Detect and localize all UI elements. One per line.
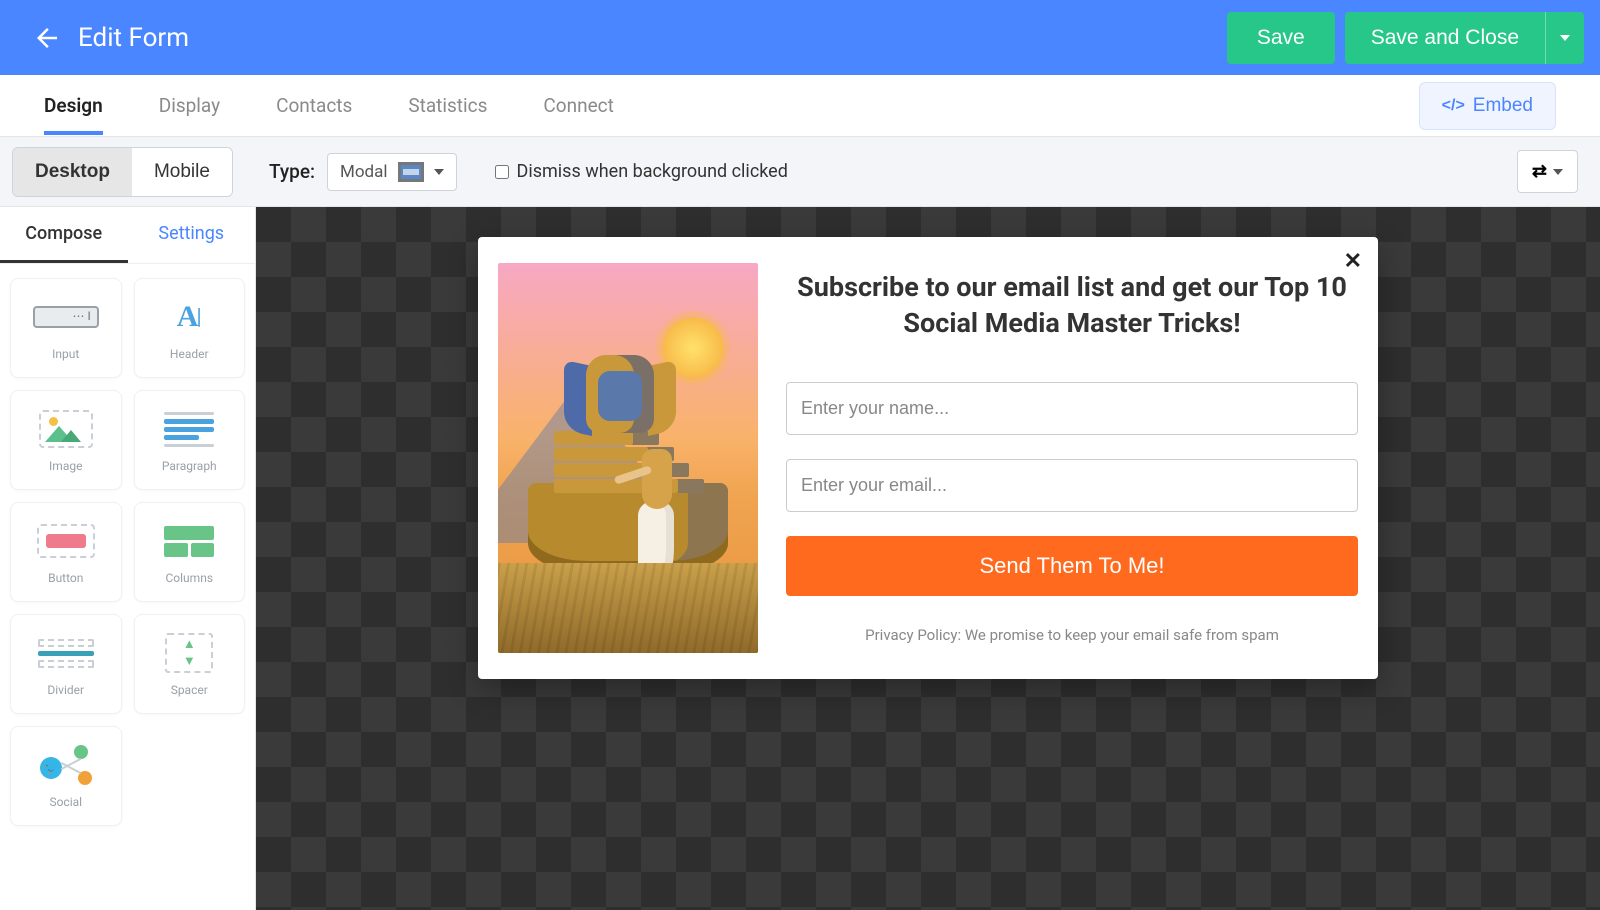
component-image[interactable]: Image xyxy=(10,390,122,490)
component-divider[interactable]: Divider xyxy=(10,614,122,714)
sidebar-tabs: Compose Settings xyxy=(0,207,255,264)
sidebar-tab-compose[interactable]: Compose xyxy=(0,207,128,263)
save-and-close-dropdown[interactable] xyxy=(1545,12,1584,64)
component-label: Image xyxy=(49,459,82,473)
component-spacer[interactable]: ▲ ▼ Spacer xyxy=(134,614,246,714)
components-grid: ⋯ I Input A| Header xyxy=(0,264,255,840)
divider-icon xyxy=(31,631,101,675)
top-header: Edit Form Save Save and Close xyxy=(0,0,1600,75)
type-value: Modal xyxy=(340,162,388,182)
back-arrow-icon[interactable] xyxy=(30,21,64,55)
component-header[interactable]: A| Header xyxy=(134,278,246,378)
caret-down-icon xyxy=(1560,35,1570,41)
component-columns[interactable]: Columns xyxy=(134,502,246,602)
component-label: Spacer xyxy=(171,683,208,697)
header-icon: A| xyxy=(154,295,224,339)
save-and-close-button[interactable]: Save and Close xyxy=(1345,12,1545,64)
name-input[interactable] xyxy=(786,382,1358,435)
button-icon xyxy=(31,519,101,563)
save-button[interactable]: Save xyxy=(1227,12,1335,64)
image-icon xyxy=(31,407,101,451)
component-button[interactable]: Button xyxy=(10,502,122,602)
social-icon: 🐦 xyxy=(31,743,101,787)
input-icon: ⋯ I xyxy=(31,295,101,339)
spacer-icon: ▲ ▼ xyxy=(154,631,224,675)
tab-design[interactable]: Design xyxy=(44,76,103,135)
modal-icon xyxy=(398,162,424,182)
design-toolbar: Desktop Mobile Type: Modal Dismiss when … xyxy=(0,137,1600,207)
page-title: Edit Form xyxy=(78,23,189,53)
tab-statistics[interactable]: Statistics xyxy=(408,76,487,135)
code-icon: </> xyxy=(1442,97,1465,115)
form-content: Subscribe to our email list and get our … xyxy=(786,263,1358,653)
tab-connect[interactable]: Connect xyxy=(543,76,613,135)
canvas[interactable]: ✕ Subscribe to our email list and get ou… xyxy=(256,207,1600,910)
component-label: Social xyxy=(49,795,82,809)
device-mobile-button[interactable]: Mobile xyxy=(132,148,232,196)
component-label: Header xyxy=(170,347,209,361)
component-paragraph[interactable]: Paragraph xyxy=(134,390,246,490)
swap-icon: ⇄ xyxy=(1532,161,1547,182)
submit-button[interactable]: Send Them To Me! xyxy=(786,536,1358,596)
sidebar-tab-settings[interactable]: Settings xyxy=(128,207,256,263)
save-and-close-group: Save and Close xyxy=(1345,12,1584,64)
component-label: Button xyxy=(48,571,83,585)
device-desktop-button[interactable]: Desktop xyxy=(13,148,132,196)
device-toggle: Desktop Mobile xyxy=(12,147,233,197)
component-label: Input xyxy=(52,347,79,361)
component-label: Divider xyxy=(47,683,84,697)
type-select[interactable]: Modal xyxy=(327,153,457,191)
tab-contacts[interactable]: Contacts xyxy=(276,76,352,135)
form-modal-preview[interactable]: ✕ Subscribe to our email list and get ou… xyxy=(478,237,1378,679)
privacy-text[interactable]: Privacy Policy: We promise to keep your … xyxy=(786,626,1358,644)
embed-label: Embed xyxy=(1473,95,1533,117)
form-heading[interactable]: Subscribe to our email list and get our … xyxy=(786,269,1358,342)
tab-display[interactable]: Display xyxy=(159,76,220,135)
close-icon[interactable]: ✕ xyxy=(1344,249,1362,274)
form-image[interactable] xyxy=(498,263,758,653)
main-tabs: Design Display Contacts Statistics Conne… xyxy=(0,75,1600,137)
dismiss-checkbox-row[interactable]: Dismiss when background clicked xyxy=(495,161,788,182)
email-input[interactable] xyxy=(786,459,1358,512)
caret-down-icon xyxy=(434,169,444,175)
component-social[interactable]: 🐦 Social xyxy=(10,726,122,826)
paragraph-icon xyxy=(154,407,224,451)
main-area: Compose Settings ⋯ I Input A| Header xyxy=(0,207,1600,910)
type-label: Type: xyxy=(269,160,315,183)
component-input[interactable]: ⋯ I Input xyxy=(10,278,122,378)
embed-button[interactable]: </> Embed xyxy=(1419,82,1556,130)
sidebar: Compose Settings ⋯ I Input A| Header xyxy=(0,207,256,910)
dismiss-checkbox[interactable] xyxy=(495,165,509,179)
dismiss-label: Dismiss when background clicked xyxy=(517,161,788,182)
component-label: Paragraph xyxy=(162,459,217,473)
columns-icon xyxy=(154,519,224,563)
component-label: Columns xyxy=(165,571,213,585)
swap-layout-button[interactable]: ⇄ xyxy=(1517,150,1578,193)
caret-down-icon xyxy=(1553,169,1563,175)
